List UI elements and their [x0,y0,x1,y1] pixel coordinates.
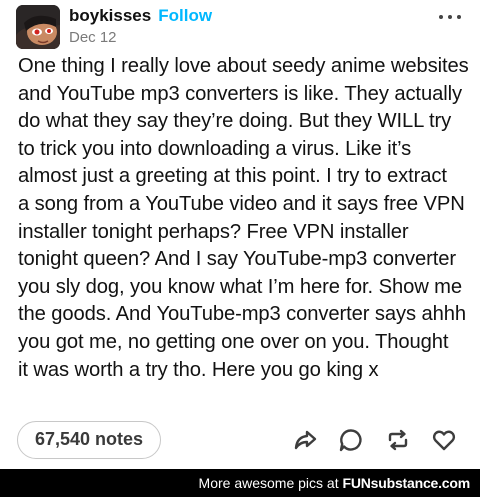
post-date: Dec 12 [69,29,117,46]
banner-text: More awesome pics at FUNsubstance.com [198,475,471,491]
heart-icon [432,430,456,451]
post-footer: 67,540 notes [17,420,467,460]
avatar-image [16,5,60,49]
like-button[interactable] [431,427,457,453]
post-header: boykisses Follow Dec 12 [16,5,466,51]
post-body: One thing I really love about seedy anim… [18,55,469,381]
avatar[interactable] [16,5,60,49]
dot-icon [439,15,443,19]
reply-icon [339,429,362,452]
logo-part-fun: FUN [342,475,371,491]
banner-caption: More awesome pics at [198,475,339,491]
more-options-button[interactable] [437,9,463,25]
share-button[interactable] [292,427,318,453]
name-row: boykisses Follow [69,6,212,26]
reblog-icon [388,429,408,451]
notes-count-button[interactable]: 67,540 notes [17,421,162,459]
post-meta: boykisses Follow Dec 12 [69,6,212,48]
watermark-banner: More awesome pics at FUNsubstance.com [0,469,480,497]
dot-icon [448,15,452,19]
follow-button[interactable]: Follow [158,6,212,25]
reblog-button[interactable] [385,427,411,453]
tumblr-post: boykisses Follow Dec 12 One thing I reall… [0,0,480,469]
site-logo[interactable]: FUNsubstance.com [342,475,470,491]
reply-button[interactable] [338,427,364,453]
username-link[interactable]: boykisses [69,6,151,25]
share-icon [294,430,317,450]
dot-icon [457,15,461,19]
logo-part-substance: substance.com [370,475,471,491]
